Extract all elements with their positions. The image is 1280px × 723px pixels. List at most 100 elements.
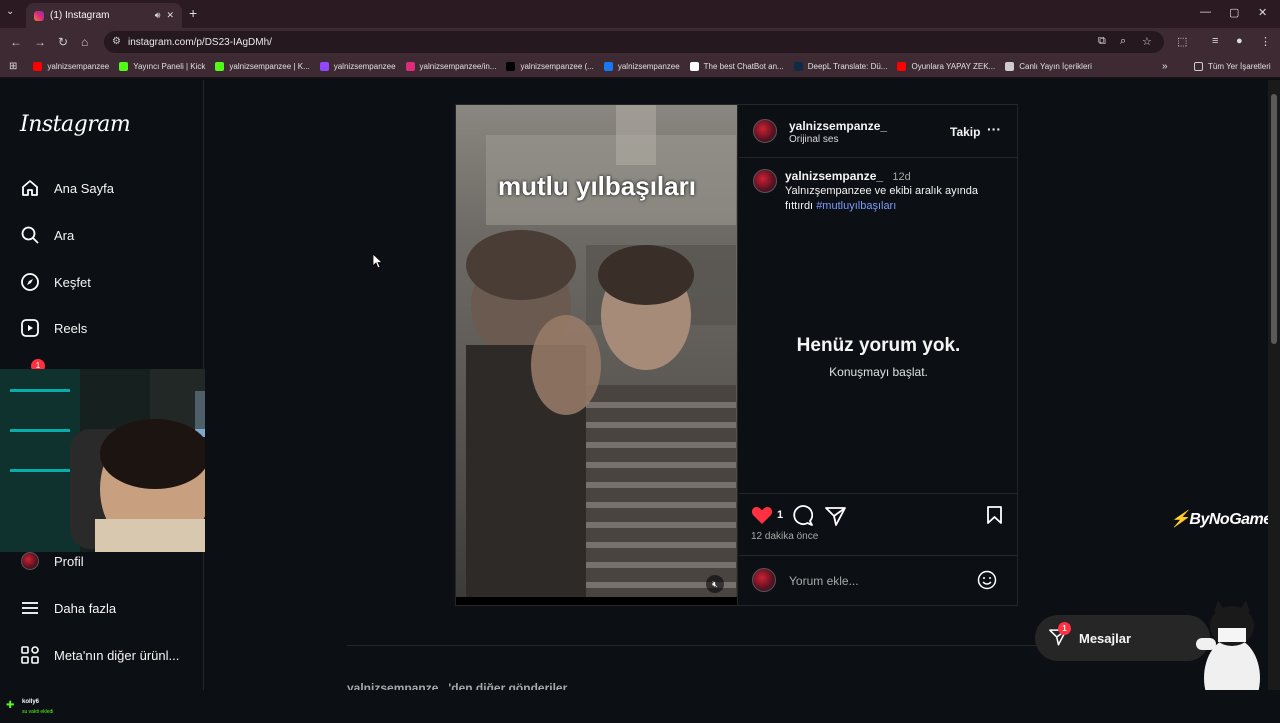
back-button[interactable]: ← [10,35,22,49]
sidebar-item-explore[interactable]: Keşfet [20,272,91,292]
browser-menu-icon[interactable]: ⋮ [1260,35,1271,48]
messages-badge: 1 [1058,621,1071,635]
more-bookmarks-icon[interactable]: » [1162,61,1168,72]
close-tab-icon[interactable]: ✕ [166,10,174,21]
sidebar-item-meta-products[interactable]: Meta'nın diğer ürünl... [20,645,179,665]
site-info-icon[interactable]: ⚙ [112,36,121,47]
caption-username[interactable]: yalnizsempanze_ [785,169,883,183]
sidebar-item-profile[interactable]: Profil [20,551,84,571]
bookmark-item[interactable]: The best ChatBot an... [689,62,784,71]
stream-bottom-bar: ✚ kolly6 su vakti ekledi [0,690,1280,720]
browser-tabstrip: ⌄ (1) Instagram 🔊︎ ✕ + — ▢ ✕ [0,0,1280,28]
mute-icon[interactable]: 🔇︎ [706,575,724,593]
stream-user-icon: ✚ [6,700,15,711]
author-avatar[interactable] [753,119,777,143]
bynogame-logo-icon: ⚡ [1170,511,1190,528]
bookmark-item[interactable]: yalnizsempanzee [33,62,109,71]
save-bookmark-icon[interactable] [986,505,1003,530]
bookmark-item[interactable]: Canlı Yayın İçerikleri [1005,62,1092,71]
bookmark-item[interactable]: DeepL Translate: Dü... [793,62,887,71]
more-options-icon[interactable]: ··· [987,121,1001,137]
bookmark-item[interactable]: Yayıncı Paneli | Kick [119,62,205,71]
address-toolbar: ← → ↻ ⌂ ⚙ instagram.com/p/DS23-IAgDMh/ ⧉… [0,28,1280,56]
media-control-icon[interactable]: ≡ [1212,35,1218,47]
audio-label[interactable]: Orijinal ses [789,134,838,145]
bookmark-label: Yayıncı Paneli | Kick [133,62,206,71]
scrollbar-thumb[interactable] [1271,94,1277,344]
bookmarks-bar: ⊞ yalnizsempanzee Yayıncı Paneli | Kick ya… [0,56,1280,78]
close-window-button[interactable]: ✕ [1258,6,1267,19]
url-bar[interactable]: ⚙ instagram.com/p/DS23-IAgDMh/ [104,31,1164,53]
sidebar-item-search[interactable]: Ara [20,225,74,245]
menu-icon [20,598,40,618]
divider [739,555,1018,556]
stream-user: kolly6 [22,699,40,705]
bookmark-item[interactable]: yalnizsempanzee | K... [215,62,310,71]
follow-button[interactable]: Takip [950,125,980,139]
like-icon[interactable] [751,505,773,530]
maximize-button[interactable]: ▢ [1229,6,1239,19]
messages-icon: 1 [1049,621,1071,649]
mouse-cursor [372,253,384,274]
folder-icon [1194,62,1203,71]
emoji-icon[interactable] [977,570,997,595]
bookmark-favicon-icon [1005,62,1015,71]
post-timestamp: 12 dakika önce [751,531,819,542]
search-icon [20,225,40,245]
comment-input[interactable]: Yorum ekle... [789,574,859,588]
caption-text: Yalnızşempanzee ve ekibi aralık ayında f… [785,184,1005,214]
reel-video[interactable]: mutlu yılbaşıları 🔇︎ [456,105,738,605]
home-button[interactable]: ⌂ [81,35,88,49]
bookmark-label: Oyunlara YAPAY ZEK... [911,62,996,71]
audio-icon[interactable]: 🔊︎ [155,10,161,21]
bookmark-favicon-icon [33,62,43,71]
share-icon[interactable] [825,506,846,531]
bookmark-star-icon[interactable]: ☆ [1142,35,1152,48]
profile-avatar-icon[interactable]: ● [1236,35,1243,47]
sidebar-item-label: Ana Sayfa [54,180,114,196]
browser-tab[interactable]: (1) Instagram 🔊︎ ✕ [26,3,182,28]
forward-button[interactable]: → [34,35,46,49]
sidebar-item-label: Meta'nın diğer ürünl... [54,647,180,663]
bookmark-item[interactable]: yalnizsempanzee [603,62,680,71]
bookmark-favicon-icon [897,62,907,71]
apps-grid-icon[interactable]: ⊞ [9,61,17,72]
divider [739,157,1018,158]
bookmark-item[interactable]: yalnizsempanzee/in... [405,62,497,71]
no-comments-subtitle: Konuşmayı başlat. [829,365,928,379]
install-app-icon[interactable]: ⧉ [1098,35,1106,48]
messages-button[interactable]: 1 Mesajlar [1035,615,1210,661]
bookmark-item[interactable]: yalnizsempanzee (... [506,62,594,71]
reload-button[interactable]: ↻ [58,35,68,49]
all-bookmarks-folder[interactable]: Tüm Yer İşaretleri [1194,62,1271,71]
minimize-button[interactable]: — [1200,6,1211,18]
bookmark-label: yalnizsempanzee (... [520,62,594,71]
sidebar-item-more[interactable]: Daha fazla [20,598,116,618]
caption-hashtag[interactable]: #mutluyılbaşıları [816,200,896,212]
sidebar-item-home[interactable]: Ana Sayfa [20,178,114,198]
extensions-icon[interactable]: ⬚ [1177,35,1187,48]
tab-search-icon[interactable]: ⌄ [6,6,14,17]
watermark-text: ByNoGame [1189,511,1272,528]
bookmark-item[interactable]: Oyunlara YAPAY ZEK... [897,62,995,71]
bookmark-label: yalnizsempanzee/in... [419,62,497,71]
zoom-icon[interactable]: ⌕ [1120,35,1126,48]
sidebar-item-reels[interactable]: Reels [20,318,87,338]
instagram-favicon-icon [34,10,44,21]
bookmark-favicon-icon [405,62,415,71]
instagram-logo[interactable]: Instagram [20,112,131,137]
stream-status: su vakti ekledi [22,709,54,715]
comment-icon[interactable] [792,505,814,531]
caption-avatar[interactable] [753,169,777,193]
bookmark-item[interactable]: yalnizsempanzee [319,62,396,71]
bookmark-label: yalnizsempanzee [47,62,110,71]
new-tab-button[interactable]: + [189,5,197,21]
page-scrollbar[interactable] [1268,80,1280,690]
author-username[interactable]: yalnizsempanze_ [789,119,887,133]
compass-icon [20,272,40,292]
divider [739,493,1018,494]
sidebar-item-label: Keşfet [54,274,91,290]
reels-icon [20,318,40,338]
bookmark-favicon-icon [319,62,329,71]
likes-count[interactable]: 1 [777,509,783,521]
